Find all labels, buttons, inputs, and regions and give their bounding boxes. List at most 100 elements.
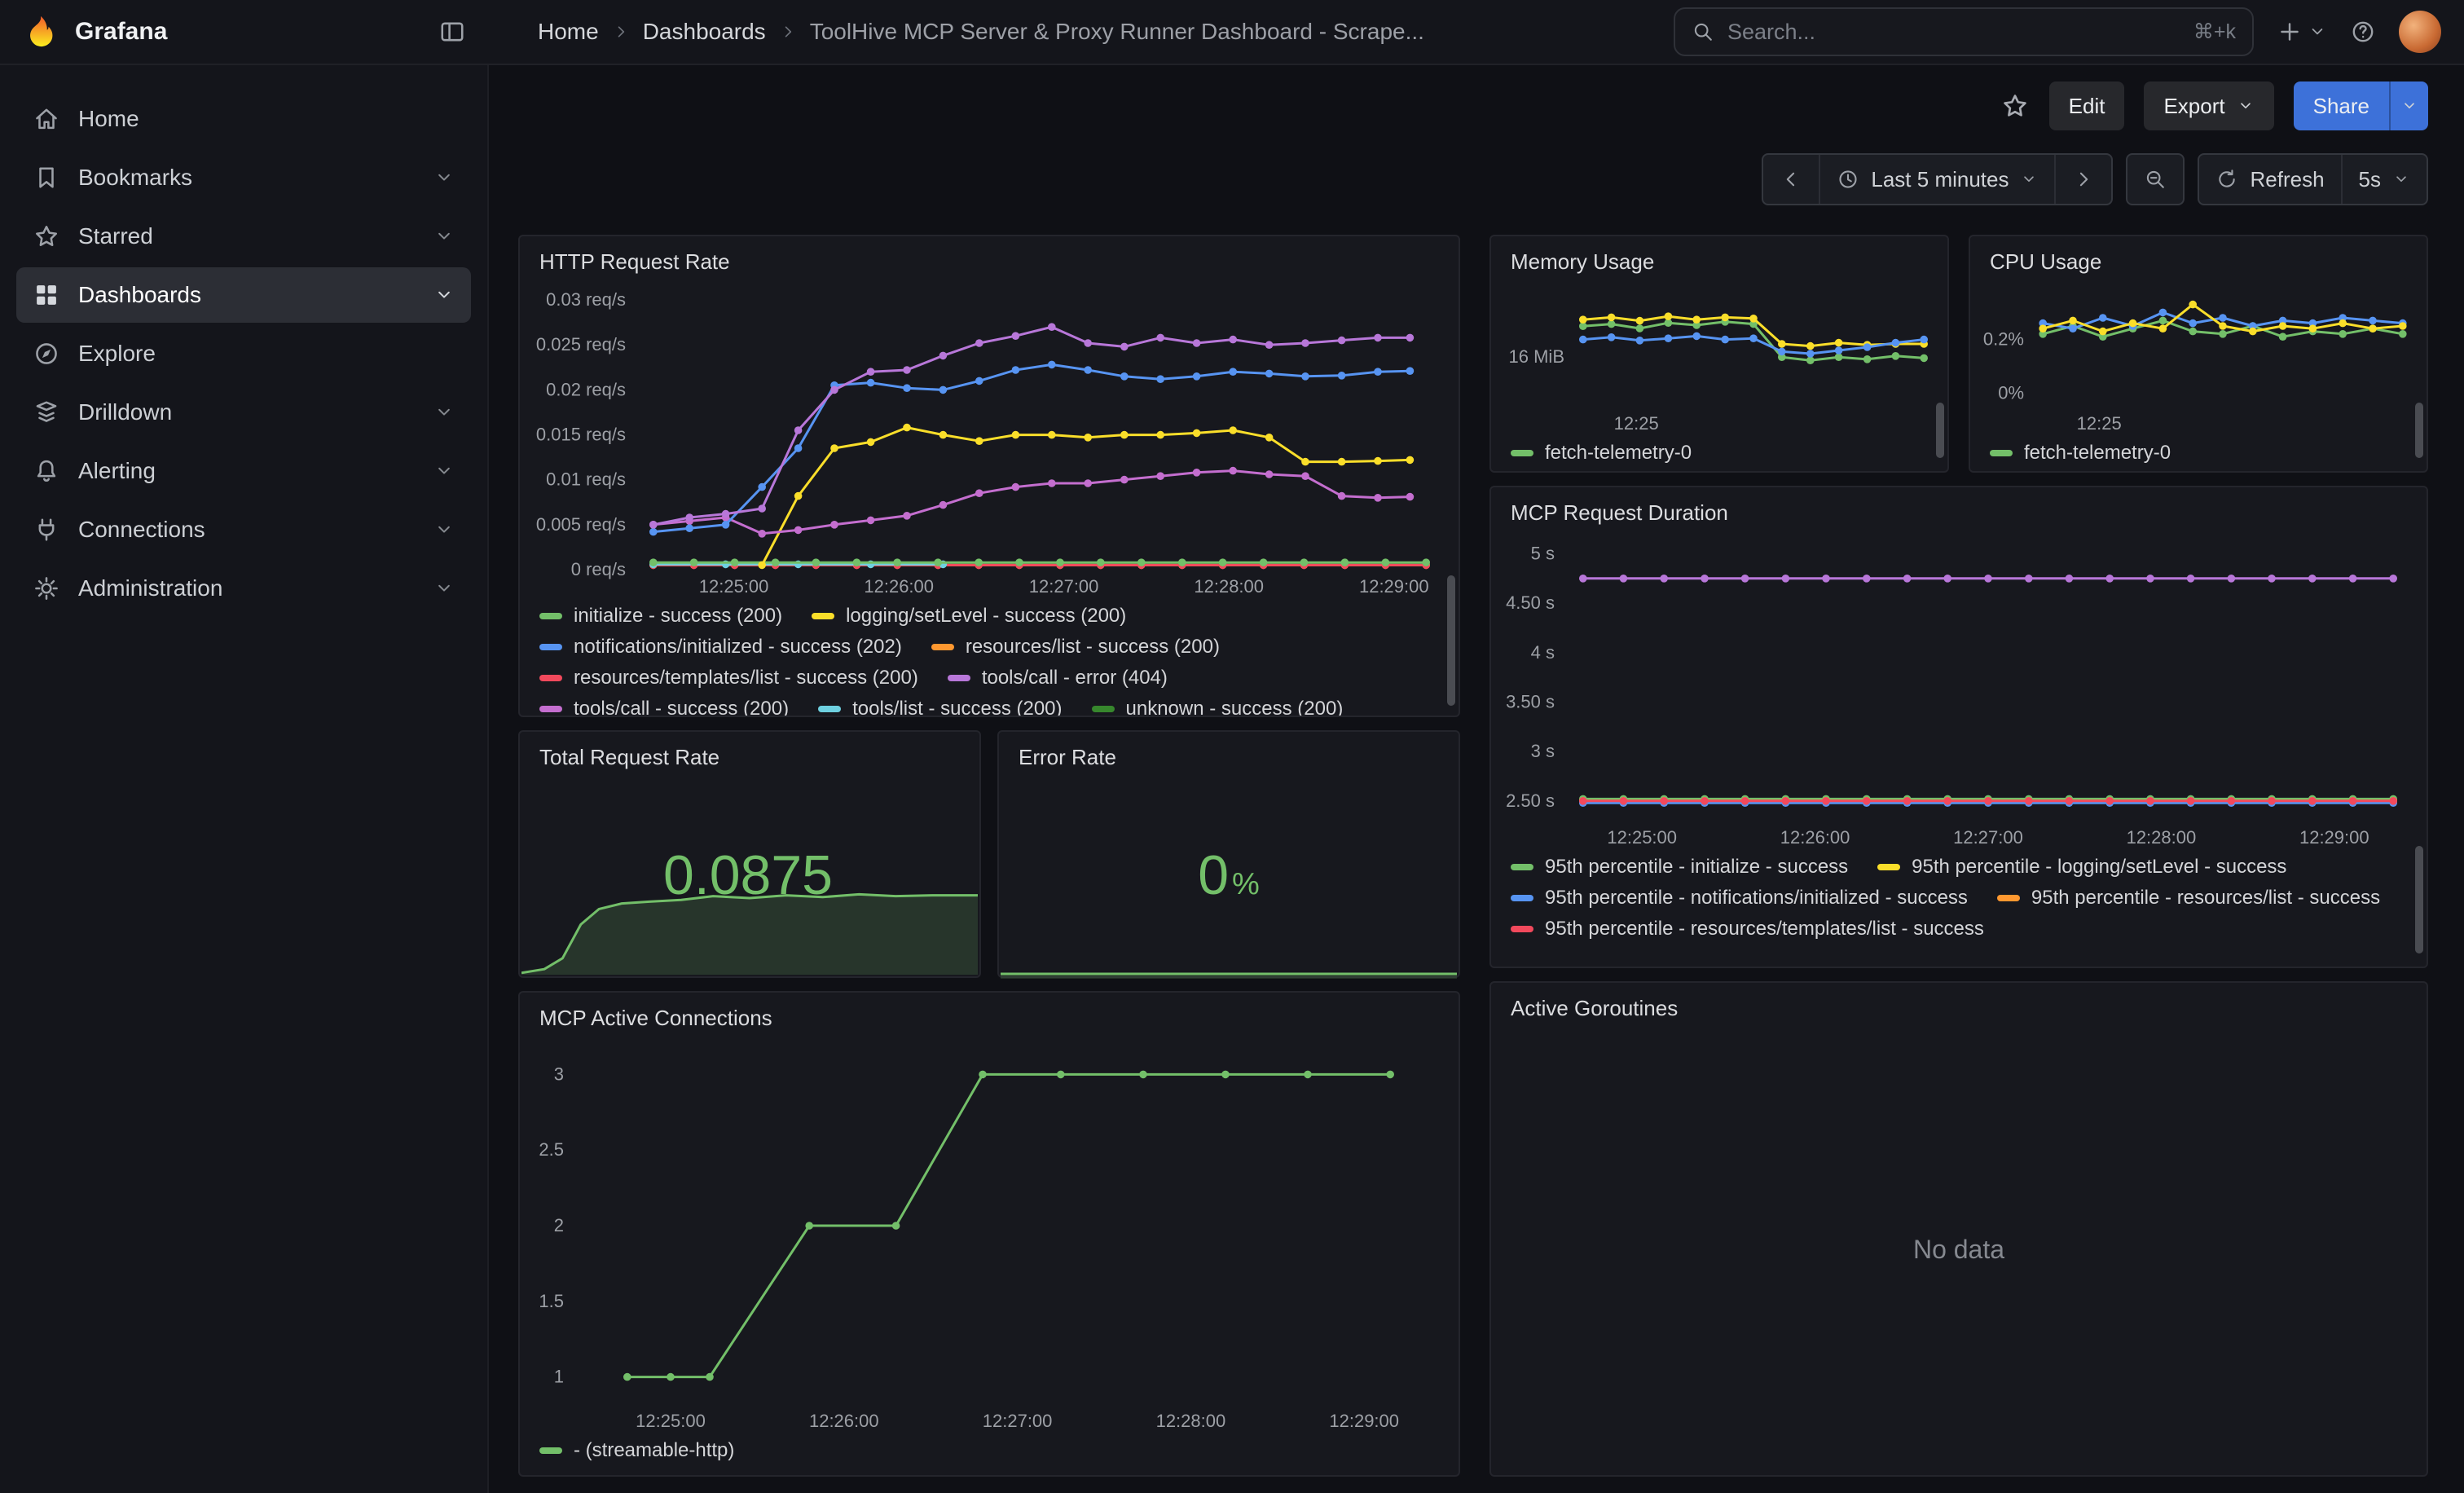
home-icon	[33, 105, 60, 133]
sidebar-item-label: Explore	[78, 341, 156, 367]
chart-legend: fetch-telemetry-0	[1491, 438, 1947, 471]
bookmark-icon	[33, 164, 60, 192]
memory-usage-chart[interactable]: 16 MiB12:25	[1491, 278, 1947, 438]
search-icon	[1692, 20, 1714, 43]
chevron-down-icon	[2400, 97, 2418, 115]
chevron-down-icon[interactable]	[433, 167, 455, 188]
refresh-button[interactable]: Refresh	[2199, 155, 2340, 204]
sidebar-item-drilldown[interactable]: Drilldown	[16, 385, 471, 440]
edit-button[interactable]: Edit	[2049, 81, 2125, 130]
search-input[interactable]: Search... ⌘+k	[1674, 7, 2254, 56]
legend-scrollbar[interactable]	[1447, 575, 1455, 706]
legend-item[interactable]: resources/templates/list - success (200)	[539, 667, 918, 689]
stat-number: 0	[1198, 843, 1229, 907]
legend-item[interactable]: 95th percentile - resources/list - succe…	[1997, 887, 2380, 909]
legend-item[interactable]: logging/setLevel - success (200)	[812, 605, 1126, 628]
chevron-down-icon[interactable]	[433, 578, 455, 599]
panel-title[interactable]: MCP Active Connections	[520, 993, 1459, 1034]
help-icon[interactable]	[2350, 19, 2376, 45]
legend-label: 95th percentile - resources/templates/li…	[1545, 918, 1984, 940]
legend-item[interactable]: unknown - success (200)	[1092, 698, 1344, 716]
sidebar-item-label: Administration	[78, 575, 222, 601]
time-controls: Last 5 minutes Refresh 5s	[489, 153, 2464, 205]
favorite-star-icon[interactable]	[2000, 91, 2030, 121]
legend-item[interactable]: tools/list - success (200)	[818, 698, 1062, 716]
share-menu-button[interactable]	[2389, 81, 2428, 130]
chevron-down-icon[interactable]	[433, 519, 455, 540]
grafana-logo-icon[interactable]	[23, 14, 59, 50]
zoom-out-button[interactable]	[2127, 155, 2183, 204]
legend-swatch	[1511, 864, 1533, 870]
time-range-picker[interactable]: Last 5 minutes	[1819, 155, 2054, 204]
legend-scrollbar[interactable]	[2415, 403, 2423, 458]
refresh-interval-picker[interactable]: 5s	[2341, 155, 2427, 204]
legend-item[interactable]: tools/call - error (404)	[948, 667, 1168, 689]
legend-label: logging/setLevel - success (200)	[846, 605, 1126, 628]
http-request-rate-chart[interactable]: 0 req/s0.005 req/s0.01 req/s0.015 req/s0…	[520, 278, 1459, 601]
legend-scrollbar[interactable]	[2415, 846, 2423, 953]
chevron-down-icon[interactable]	[433, 284, 455, 306]
legend-item[interactable]: 95th percentile - notifications/initiali…	[1511, 887, 1968, 909]
sidebar-item-home[interactable]: Home	[16, 91, 471, 147]
svg-text:3 s: 3 s	[1531, 741, 1555, 761]
time-range-label: Last 5 minutes	[1871, 167, 2009, 192]
breadcrumb-item: ToolHive MCP Server & Proxy Runner Dashb…	[810, 19, 1424, 45]
chevron-right-icon	[2072, 168, 2095, 191]
legend-scrollbar[interactable]	[1936, 403, 1944, 458]
mcp-active-connections-chart[interactable]: 11.522.5312:25:0012:26:0012:27:0012:28:0…	[520, 1034, 1459, 1436]
legend-item[interactable]: initialize - success (200)	[539, 605, 782, 628]
chevron-down-icon[interactable]	[433, 460, 455, 482]
legend-item[interactable]: 95th percentile - logging/setLevel - suc…	[1877, 856, 2286, 879]
export-button[interactable]: Export	[2144, 81, 2273, 130]
stat-unit: %	[1232, 867, 1260, 902]
panel-title[interactable]: Total Request Rate	[520, 732, 979, 773]
svg-text:12:25:00: 12:25:00	[636, 1411, 706, 1431]
sidebar-item-connections[interactable]: Connections	[16, 502, 471, 557]
legend-item[interactable]: fetch-telemetry-0	[1990, 442, 2171, 465]
panel-title[interactable]: MCP Request Duration	[1491, 487, 2427, 529]
breadcrumb-item[interactable]: Dashboards	[643, 19, 766, 45]
legend-item[interactable]: notifications/initialized - success (202…	[539, 636, 902, 658]
legend-label: resources/list - success (200)	[966, 636, 1220, 658]
panel-title[interactable]: CPU Usage	[1970, 236, 2427, 278]
time-forward-button[interactable]	[2054, 155, 2111, 204]
plus-icon	[2277, 19, 2303, 45]
svg-text:12:29:00: 12:29:00	[1329, 1411, 1399, 1431]
breadcrumb-item[interactable]: Home	[538, 19, 599, 45]
sidebar-item-administration[interactable]: Administration	[16, 561, 471, 616]
legend-item[interactable]: resources/list - success (200)	[931, 636, 1220, 658]
svg-text:2.5: 2.5	[539, 1139, 564, 1160]
no-data-message: No data	[1491, 1024, 2427, 1475]
search-shortcut: ⌘+k	[2193, 20, 2236, 44]
share-button[interactable]: Share	[2294, 81, 2389, 130]
legend-item[interactable]: tools/call - success (200)	[539, 698, 789, 716]
topbar-right: Search... ⌘+k	[1674, 7, 2464, 56]
svg-text:12:27:00: 12:27:00	[1029, 576, 1099, 597]
svg-text:0.01 req/s: 0.01 req/s	[546, 469, 626, 490]
sidebar-item-alerting[interactable]: Alerting	[16, 443, 471, 499]
panel-title[interactable]: HTTP Request Rate	[520, 236, 1459, 278]
sidebar-item-explore[interactable]: Explore	[16, 326, 471, 381]
mcp-request-duration-chart[interactable]: 2.50 s3 s3.50 s4 s4.50 s5 s12:25:0012:26…	[1491, 529, 2427, 852]
sidebar-item-dashboards[interactable]: Dashboards	[16, 267, 471, 323]
sidebar-toggle-icon[interactable]	[438, 18, 466, 46]
chevron-left-icon	[1780, 168, 1802, 191]
time-back-button[interactable]	[1763, 155, 1819, 204]
legend-item[interactable]: fetch-telemetry-0	[1511, 442, 1692, 465]
chart-legend: 95th percentile - initialize - success 95…	[1491, 852, 2427, 967]
cpu-usage-chart[interactable]: 0.2%0%12:25	[1970, 278, 2427, 438]
chevron-down-icon[interactable]	[433, 226, 455, 247]
legend-item[interactable]: - (streamable-http)	[539, 1439, 734, 1462]
new-button[interactable]	[2277, 19, 2327, 45]
panel-title[interactable]: Memory Usage	[1491, 236, 1947, 278]
panel-total-request-rate: Total Request Rate 0.0875	[518, 730, 981, 978]
sidebar-item-bookmarks[interactable]: Bookmarks	[16, 150, 471, 205]
panel-title[interactable]: Active Goroutines	[1491, 983, 2427, 1024]
sidebar-item-starred[interactable]: Starred	[16, 209, 471, 264]
legend-item[interactable]: 95th percentile - initialize - success	[1511, 856, 1848, 879]
legend-item[interactable]: 95th percentile - resources/templates/li…	[1511, 918, 1984, 940]
panel-title[interactable]: Error Rate	[999, 732, 1459, 773]
chevron-down-icon[interactable]	[433, 402, 455, 423]
avatar[interactable]	[2399, 11, 2441, 53]
topbar-left: Grafana	[0, 14, 489, 50]
